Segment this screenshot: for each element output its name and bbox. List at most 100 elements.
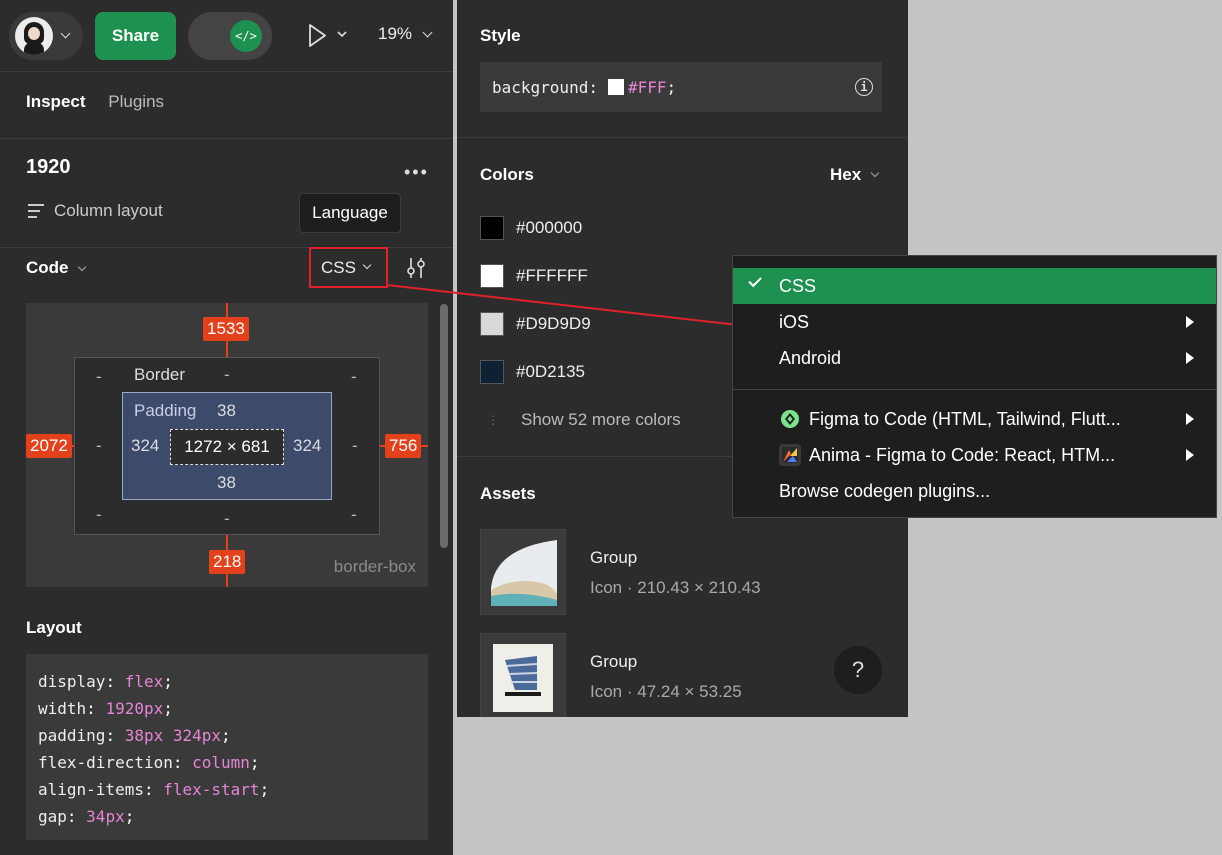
offset-bottom: 218 (209, 550, 246, 574)
layout-type-label: Column layout (54, 201, 163, 220)
show-more-colors-button[interactable]: ⋮ Show 52 more colors (487, 410, 681, 430)
padding-left: 324 (131, 436, 160, 455)
color-item[interactable]: #0D2135 (480, 360, 585, 384)
border-label: Border (134, 365, 186, 384)
menu-item-browse-plugins[interactable]: Browse codegen plugins... (733, 473, 1216, 509)
play-icon (309, 24, 347, 47)
offset-top: 1533 (203, 317, 249, 341)
code-line: display: flex; (38, 672, 173, 691)
menu-separator (733, 389, 1216, 390)
divider (0, 138, 453, 139)
layout-section-title: Layout (26, 618, 82, 637)
figma-to-code-icon (779, 408, 801, 430)
tab-inspect[interactable]: Inspect (26, 92, 86, 111)
menu-item-css[interactable]: CSS (733, 268, 1216, 304)
border-bottom-right: - (351, 505, 357, 524)
chevron-down-icon (870, 168, 880, 178)
menu-item-label: CSS (779, 275, 817, 296)
color-item[interactable]: #000000 (480, 216, 582, 240)
chevron-down-icon (77, 262, 87, 272)
show-more-colors-label: Show 52 more colors (521, 410, 681, 429)
color-format-value: Hex (830, 165, 862, 184)
menu-item-label: Browse codegen plugins... (779, 480, 991, 501)
settings-sliders-icon[interactable] (405, 256, 427, 285)
chevron-down-icon (60, 28, 71, 39)
code-section-toggle[interactable]: Code (26, 258, 87, 278)
padding-top: 38 (217, 401, 236, 420)
border-left: - (96, 436, 102, 455)
zoom-menu[interactable]: 19% (378, 24, 433, 44)
asset-meta: Icon · 210.43 × 210.43 (590, 578, 761, 597)
color-swatch (607, 79, 624, 95)
border-right: - (352, 436, 358, 455)
language-select-value: CSS (321, 257, 356, 277)
language-menu: CSS iOS Android Figma to Code (HTML, Tai… (732, 255, 1217, 518)
color-hex: #000000 (516, 218, 583, 237)
box-model: 1533 2072 756 218 Border - - - - - - - -… (26, 303, 428, 587)
scrollbar[interactable] (440, 304, 448, 548)
avatar (15, 17, 53, 55)
menu-item-label: Anima - Figma to Code: React, HTM... (809, 444, 1116, 465)
layout-code-block[interactable]: display: flex; width: 1920px; padding: 3… (26, 654, 428, 840)
menu-item-label: Figma to Code (HTML, Tailwind, Flutt... (809, 408, 1121, 429)
style-section-title: Style (480, 26, 521, 45)
border-top: - (224, 365, 230, 384)
assets-section-title: Assets (480, 484, 536, 503)
language-tooltip: Language (299, 193, 401, 233)
asset-name: Group (590, 652, 638, 671)
content-size: 1272 × 681 (170, 429, 284, 465)
style-code-block[interactable]: background: #FFF; i (480, 62, 882, 112)
colors-section-title: Colors (480, 165, 534, 184)
code-section-title: Code (26, 258, 69, 277)
color-swatch (480, 312, 504, 336)
panel-tabs: Inspect Plugins (26, 92, 164, 112)
tab-plugins[interactable]: Plugins (108, 92, 164, 111)
color-hex: #D9D9D9 (516, 314, 591, 333)
help-button[interactable]: ? (834, 646, 882, 694)
border-top-right: - (351, 367, 357, 386)
column-layout-icon (28, 204, 44, 218)
padding-label: Padding (134, 401, 197, 420)
color-item[interactable]: #D9D9D9 (480, 312, 591, 336)
border-bottom: - (224, 509, 230, 528)
color-item[interactable]: #FFFFFF (480, 264, 588, 288)
menu-item-label: Android (779, 347, 842, 368)
present-button[interactable] (306, 22, 354, 55)
more-options-icon[interactable]: ••• (404, 162, 429, 183)
code-line: gap: 34px; (38, 807, 135, 826)
zoom-label: 19% (378, 24, 413, 43)
asset-thumbnail[interactable] (480, 633, 566, 717)
dev-mode-toggle[interactable]: </> (188, 12, 272, 60)
color-swatch (480, 264, 504, 288)
chevron-down-icon (422, 27, 433, 38)
offset-right: 756 (385, 434, 422, 458)
menu-item-anima[interactable]: Anima - Figma to Code: React, HTM... (733, 437, 1216, 473)
menu-item-android[interactable]: Android (733, 340, 1216, 376)
divider (457, 137, 908, 138)
check-icon (748, 273, 762, 288)
code-icon: </> (230, 20, 262, 52)
style-prop: background: (492, 77, 598, 97)
padding-bottom: 38 (217, 473, 236, 492)
submenu-arrow-icon (1186, 352, 1194, 364)
asset-thumbnail[interactable] (480, 529, 566, 615)
chevron-down-icon (362, 260, 372, 270)
menu-item-label: iOS (779, 311, 810, 332)
menu-item-ios[interactable]: iOS (733, 304, 1216, 340)
color-format-select[interactable]: Hex (830, 165, 880, 185)
language-select[interactable]: CSS (309, 247, 388, 288)
padding-right: 324 (293, 436, 322, 455)
share-button[interactable]: Share (95, 12, 176, 60)
user-menu-button[interactable] (9, 12, 83, 60)
toolbar: Share </> 19% (0, 0, 453, 72)
code-line: align-items: flex-start; (38, 780, 270, 799)
asset-name: Group (590, 548, 638, 567)
border-top-left: - (96, 367, 102, 386)
info-icon[interactable]: i (855, 78, 873, 96)
menu-item-figma-to-code[interactable]: Figma to Code (HTML, Tailwind, Flutt... (733, 401, 1216, 437)
frame-name: 1920 (26, 156, 71, 178)
style-value: #FFF (627, 77, 667, 97)
code-line: width: 1920px; (38, 699, 173, 718)
code-line: padding: 38px 324px; (38, 726, 231, 745)
code-line: flex-direction: column; (38, 753, 260, 772)
